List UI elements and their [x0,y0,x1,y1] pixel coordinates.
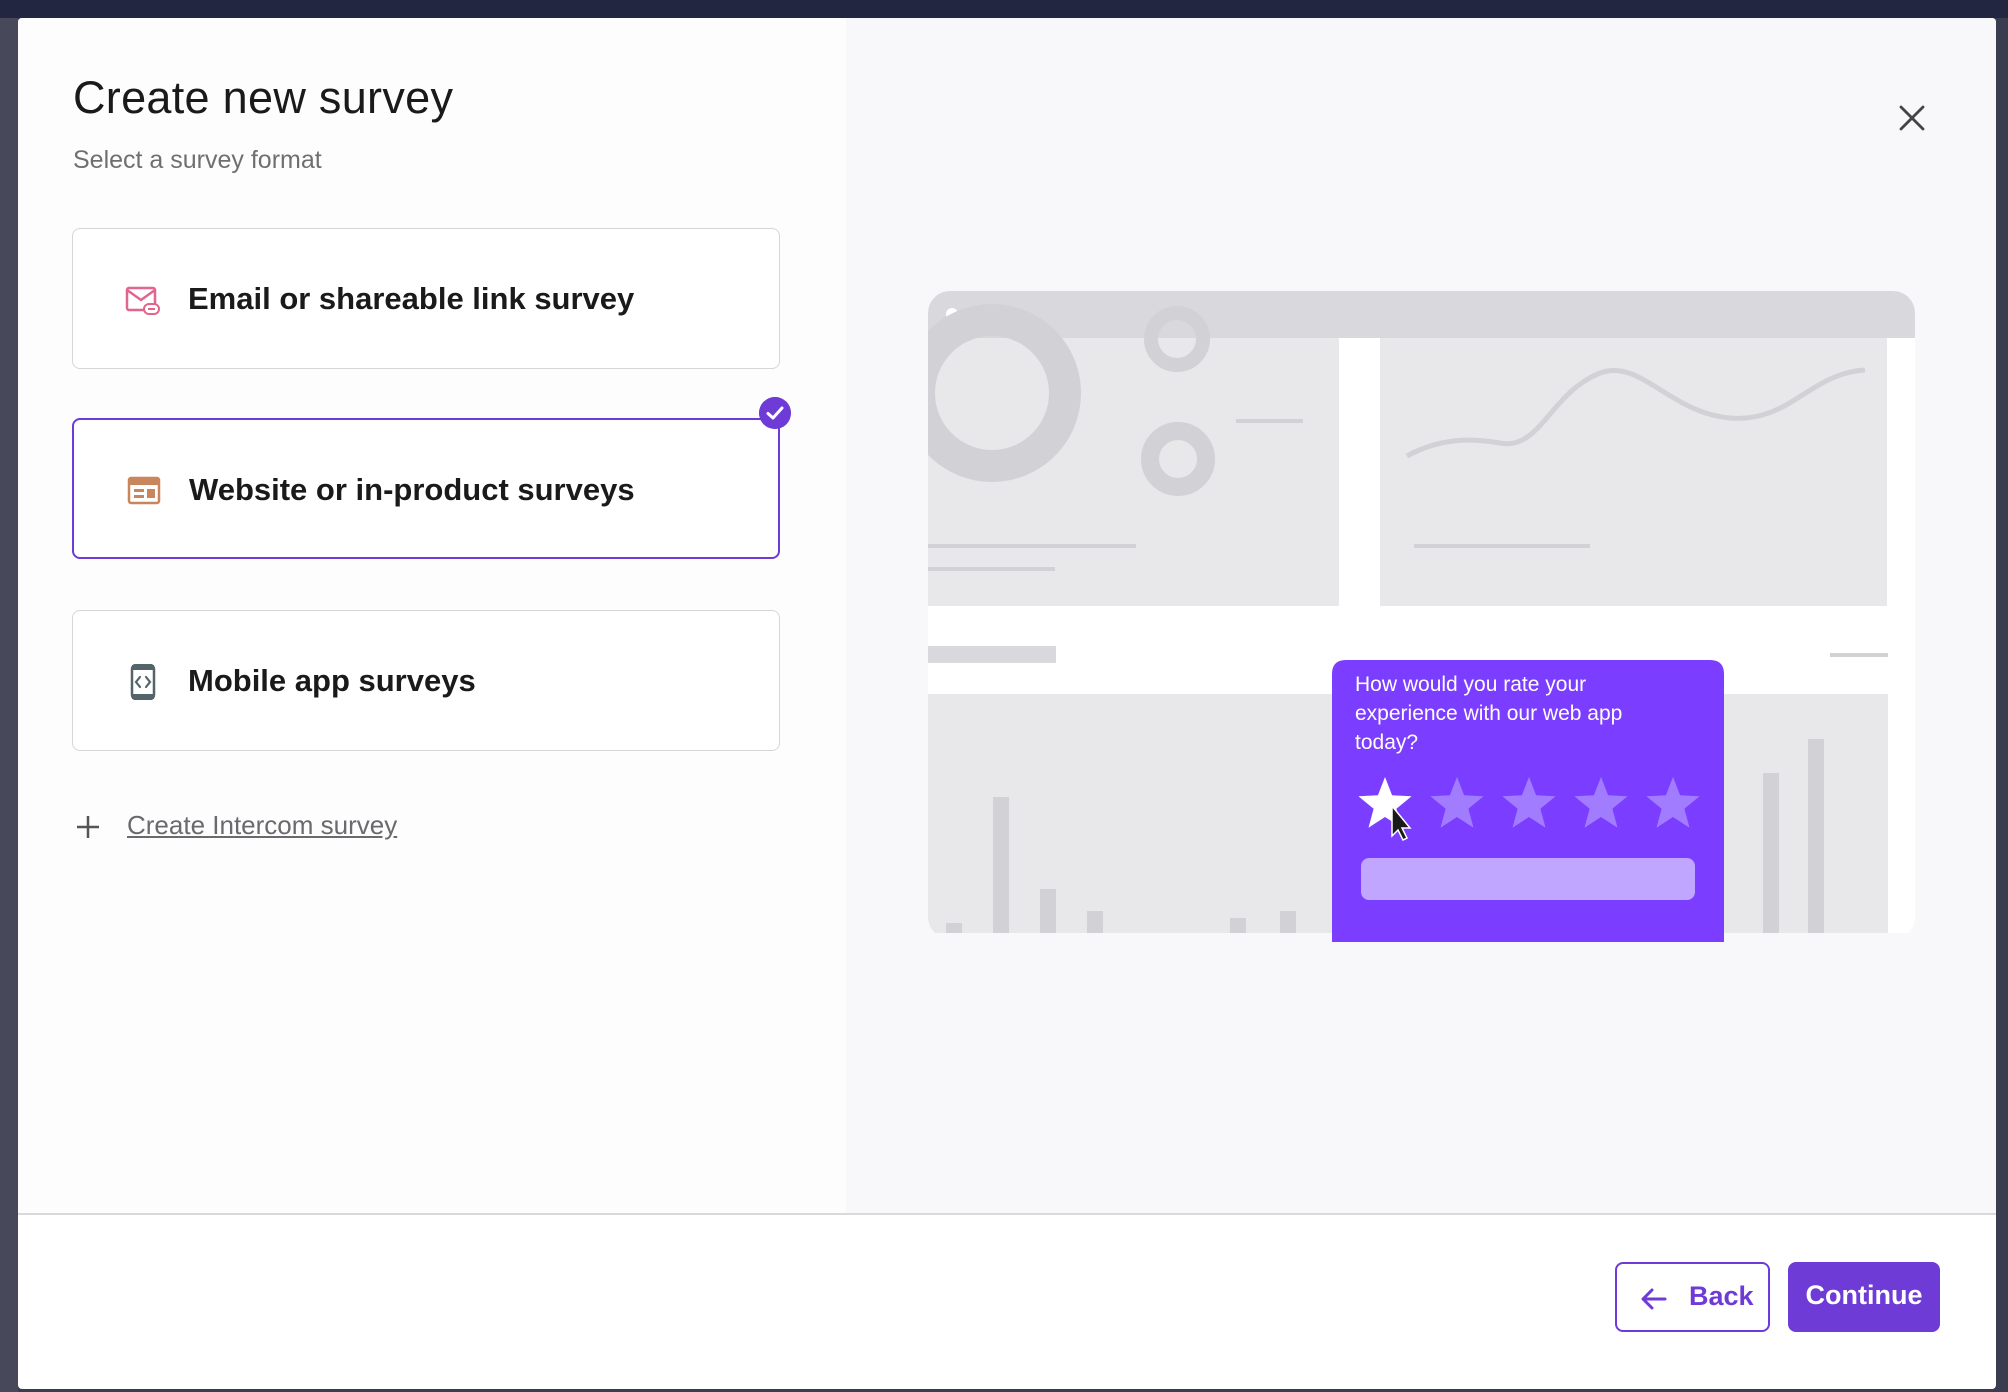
plus-icon [77,816,99,838]
option-website-survey[interactable]: Website or in-product surveys [72,418,780,559]
option-label: Email or shareable link survey [188,281,635,316]
submit-bar [1361,858,1695,900]
format-selection-pane: Create new survey Select a survey format… [18,18,846,1214]
browser-titlebar [928,291,1915,338]
option-label: Mobile app surveys [188,663,476,698]
option-email-link-survey[interactable]: Email or shareable link survey [72,228,780,369]
back-button-label: Back [1689,1281,1754,1311]
modal-subtitle: Select a survey format [73,146,322,174]
dashboard-panel-2 [1380,338,1887,606]
selected-check-icon [759,397,791,429]
arrow-left-icon [1641,1288,1667,1310]
continue-button[interactable]: Continue [1788,1262,1940,1332]
option-mobile-app-survey[interactable]: Mobile app surveys [72,610,780,751]
option-label: Website or in-product surveys [189,472,635,507]
back-button[interactable]: Back [1615,1262,1770,1332]
footer-divider [18,1213,1996,1215]
close-icon[interactable] [1892,98,1932,138]
browser-window-icon [127,476,161,505]
survey-question: How would you rate your experience with … [1355,673,1623,754]
modal-title: Create new survey [73,72,454,123]
continue-button-label: Continue [1805,1280,1923,1310]
email-link-icon [125,286,160,315]
create-intercom-survey-label: Create Intercom survey [127,810,398,840]
mobile-code-icon [130,664,156,700]
